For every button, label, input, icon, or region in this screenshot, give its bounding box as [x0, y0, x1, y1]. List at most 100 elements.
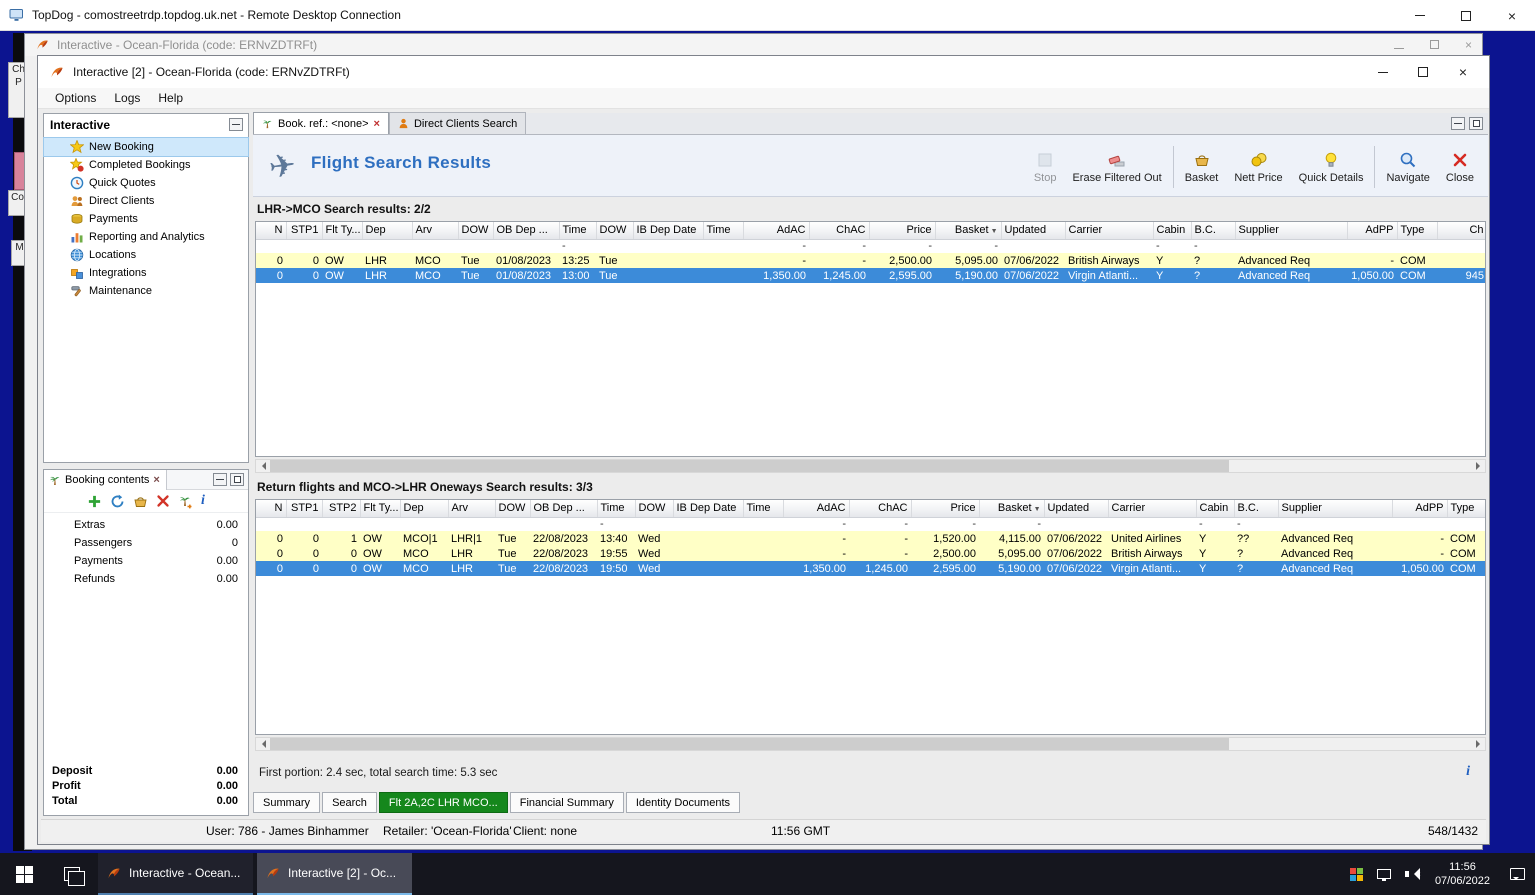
column-header[interactable]: Type [1447, 500, 1485, 518]
taskbar-app-interactive-2[interactable]: Interactive [2] - Oc... [257, 853, 412, 895]
window-maximize-button[interactable] [1403, 56, 1443, 88]
sidebar-item-new-booking[interactable]: New Booking [43, 137, 249, 157]
column-header[interactable]: Time [597, 500, 636, 518]
column-header[interactable]: STP2 [322, 500, 361, 518]
sidebar-item-completed-bookings[interactable]: Completed Bookings [44, 156, 248, 174]
column-header[interactable]: AdPP [1392, 500, 1448, 518]
booking-info-icon[interactable]: i [201, 494, 205, 508]
scroll-left-arrow[interactable] [256, 738, 270, 750]
pane-minimize-button[interactable] [1451, 117, 1465, 130]
basket-button[interactable]: Basket [1177, 149, 1227, 186]
column-header[interactable]: Arv [412, 222, 459, 240]
tray-network-icon[interactable] [1376, 869, 1391, 881]
scroll-thumb[interactable] [270, 460, 1229, 472]
tab-close-icon[interactable]: × [374, 118, 380, 130]
column-header[interactable]: Flt Ty... [322, 222, 363, 240]
booking-close-icon[interactable]: × [153, 474, 159, 486]
rdp-close-button[interactable]: × [1489, 0, 1535, 31]
column-header[interactable]: Type [1397, 222, 1438, 240]
column-header[interactable]: DOW [458, 222, 494, 240]
export-booking-button[interactable] [178, 494, 193, 509]
column-header[interactable]: Flt Ty... [360, 500, 401, 518]
column-header[interactable]: DOW [635, 500, 674, 518]
column-header[interactable]: Basket ▼ [935, 222, 1002, 240]
column-header[interactable]: Updated [1044, 500, 1109, 518]
booking-minimize-button[interactable] [213, 473, 227, 486]
booking-row-refunds[interactable]: Refunds 0.00 [44, 570, 248, 588]
column-header[interactable]: Time [559, 222, 597, 240]
column-header[interactable]: Time [703, 222, 744, 240]
move-to-basket-button[interactable] [133, 494, 148, 509]
column-header[interactable]: Carrier [1108, 500, 1197, 518]
rdp-minimize-button[interactable] [1397, 0, 1443, 31]
column-header[interactable]: Arv [448, 500, 496, 518]
column-header[interactable]: STP1 [286, 500, 323, 518]
nett-price-button[interactable]: Nett Price [1226, 149, 1290, 186]
column-header[interactable]: AdAC [783, 500, 850, 518]
tab-summary[interactable]: Summary [253, 792, 321, 813]
delete-button[interactable] [156, 494, 170, 508]
column-header[interactable]: B.C. [1191, 222, 1236, 240]
column-header[interactable]: STP1 [286, 222, 323, 240]
column-header[interactable]: Dep [400, 500, 449, 518]
rdp-maximize-button[interactable] [1443, 0, 1489, 31]
result-row[interactable]: 0 0 OW LHR MCO Tue 01/08/2023 13:25 Tue - -2,500.0… [256, 253, 1485, 268]
column-header[interactable]: Basket ▼ [979, 500, 1045, 518]
bg-close-button[interactable]: × [1465, 38, 1472, 52]
sidebar-item-reporting[interactable]: Reporting and Analytics [44, 228, 248, 246]
column-header[interactable]: AdPP [1347, 222, 1398, 240]
sidebar-item-locations[interactable]: Locations [44, 246, 248, 264]
column-header[interactable]: DOW [596, 222, 634, 240]
tab-direct-clients-search[interactable]: Direct Clients Search [388, 112, 527, 134]
return-hscrollbar[interactable] [255, 737, 1486, 751]
scroll-thumb[interactable] [270, 738, 1229, 750]
column-header[interactable]: Updated [1001, 222, 1066, 240]
menu-logs[interactable]: Logs [105, 89, 149, 107]
sidebar-item-direct-clients[interactable]: Direct Clients [44, 192, 248, 210]
window-minimize-button[interactable] [1363, 56, 1403, 88]
column-header[interactable]: OB Dep ... [493, 222, 560, 240]
column-header[interactable]: Price [911, 500, 980, 518]
filter-row[interactable]: ------- [256, 239, 1485, 253]
column-header[interactable]: Cabin [1153, 222, 1192, 240]
menu-options[interactable]: Options [46, 89, 105, 107]
result-row[interactable]: 0 0 1 OW MCO|1 LHR|1 Tue 22/08/2023 13:40 Wed - -1,… [256, 531, 1485, 546]
task-view-button[interactable] [48, 853, 96, 895]
booking-row-payments[interactable]: Payments 0.00 [44, 552, 248, 570]
taskbar-clock[interactable]: 11:56 07/06/2022 [1435, 860, 1490, 888]
tab-flight-selection[interactable]: Flt 2A,2C LHR MCO... [378, 792, 508, 813]
sidebar-item-quick-quotes[interactable]: Quick Quotes [44, 174, 248, 192]
outbound-hscrollbar[interactable] [255, 459, 1486, 473]
booking-row-extras[interactable]: Extras 0.00 [44, 516, 248, 534]
column-header[interactable]: OB Dep ... [530, 500, 598, 518]
tab-booking-ref[interactable]: Book. ref.: <none> × [253, 112, 389, 134]
result-row[interactable]: 0 0 0 OW MCO LHR Tue 22/08/2023 19:50 Wed 1,350.00… [256, 561, 1485, 576]
column-header[interactable]: Time [743, 500, 784, 518]
column-header[interactable]: IB Dep Date [673, 500, 744, 518]
sidebar-item-payments[interactable]: Payments [44, 210, 248, 228]
column-header[interactable]: IB Dep Date [633, 222, 704, 240]
erase-filtered-out-button[interactable]: Erase Filtered Out [1064, 149, 1169, 186]
pane-restore-button[interactable] [1469, 117, 1483, 130]
result-row[interactable]: 0 0 OW LHR MCO Tue 01/08/2023 13:00 Tue 1,350.00 1… [256, 268, 1485, 283]
tab-identity-documents[interactable]: Identity Documents [625, 792, 741, 813]
column-header[interactable]: Price [869, 222, 936, 240]
quick-details-button[interactable]: Quick Details [1291, 149, 1372, 186]
column-header[interactable]: DOW [495, 500, 531, 518]
sidebar-item-integrations[interactable]: Integrations [44, 264, 248, 282]
bg-maximize-button[interactable] [1429, 38, 1439, 52]
booking-restore-button[interactable] [230, 473, 244, 486]
panel-collapse-button[interactable] [229, 118, 243, 131]
tray-muted-speaker-icon[interactable]: × [1404, 868, 1421, 880]
column-header[interactable]: Dep [362, 222, 413, 240]
navigate-button[interactable]: Navigate [1378, 149, 1437, 186]
column-header[interactable]: N [256, 222, 287, 240]
window-close-button[interactable]: × [1443, 56, 1483, 88]
refresh-button[interactable] [110, 494, 125, 509]
add-item-button[interactable] [87, 494, 102, 509]
menu-help[interactable]: Help [149, 89, 192, 107]
scroll-right-arrow[interactable] [1471, 460, 1485, 472]
booking-row-passengers[interactable]: Passengers 0 [44, 534, 248, 552]
action-center-icon[interactable] [1510, 868, 1525, 880]
scroll-right-arrow[interactable] [1471, 738, 1485, 750]
